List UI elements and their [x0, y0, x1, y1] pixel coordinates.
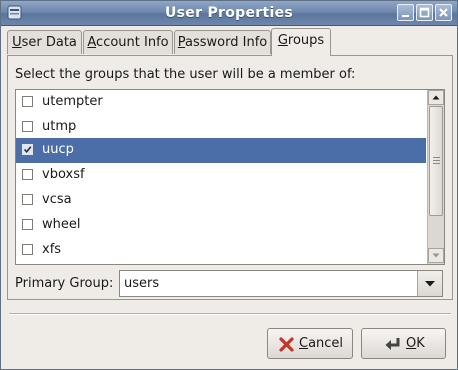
maximize-button[interactable] [416, 4, 433, 21]
close-button[interactable] [435, 4, 452, 21]
tab-groups-mnemonic: G [277, 33, 288, 48]
group-checkbox[interactable] [22, 96, 33, 107]
tab-user-data-label: ser Data [21, 35, 77, 50]
ok-label: OK [406, 336, 425, 351]
group-row-utempter[interactable]: utempter [16, 90, 426, 115]
primary-group-value: users [124, 276, 160, 291]
user-properties-dialog: User Properties User Data Account Info P… [0, 0, 458, 370]
ok-enter-arrow-icon [385, 338, 400, 350]
tab-account-info-label: ccount Info [96, 35, 169, 50]
grip-line [433, 160, 440, 161]
grip-line [433, 157, 440, 158]
group-name: xfs [42, 242, 62, 257]
ok-mnemonic: O [406, 336, 417, 351]
scroll-thumb[interactable] [429, 106, 443, 216]
groups-scrollbar[interactable] [427, 90, 444, 264]
maximize-icon [419, 7, 430, 18]
primary-group-label: Primary Group: [15, 276, 114, 291]
group-row-utmp[interactable]: utmp [16, 115, 426, 140]
groups-instruction: Select the groups that the user will be … [15, 67, 356, 82]
ok-button[interactable]: OK [361, 328, 446, 359]
tab-user-data[interactable]: User Data [7, 30, 82, 54]
cancel-x-icon [279, 337, 294, 352]
arrow-up-icon [432, 95, 440, 100]
title-bar[interactable]: User Properties [1, 1, 457, 26]
tab-account-info[interactable]: Account Info [83, 30, 173, 54]
tab-password-info-label: assword Info [185, 35, 268, 50]
cancel-mnemonic: C [299, 336, 309, 351]
group-checkbox[interactable] [22, 169, 33, 180]
group-row-xfs[interactable]: xfs [16, 238, 426, 263]
checkmark-icon [23, 146, 32, 154]
tab-password-info-mnemonic: P [177, 35, 186, 50]
group-row-vcsa[interactable]: vcsa [16, 188, 426, 213]
minimize-icon [402, 15, 409, 17]
tab-groups[interactable]: Groups [271, 28, 331, 56]
group-checkbox[interactable] [22, 144, 33, 155]
ok-label-rest: K [416, 336, 425, 351]
cancel-button[interactable]: Cancel [267, 328, 353, 359]
window-title: User Properties [165, 5, 293, 21]
group-row-vboxsf[interactable]: vboxsf [16, 163, 426, 188]
group-name: uucp [42, 142, 74, 157]
tab-password-info[interactable]: Password Info [174, 30, 271, 54]
group-name: wheel [42, 217, 81, 232]
arrow-down-icon [432, 253, 440, 258]
group-name: vcsa [42, 192, 72, 207]
combo-dropdown-button[interactable] [417, 271, 442, 296]
tab-groups-label: roups [287, 33, 325, 48]
tab-user-data-mnemonic: U [12, 35, 22, 50]
cancel-label-rest: ancel [308, 336, 344, 351]
group-name: utmp [42, 119, 77, 134]
group-checkbox[interactable] [22, 121, 33, 132]
group-row-wheel[interactable]: wheel [16, 213, 426, 238]
chevron-down-icon [425, 281, 435, 287]
group-checkbox[interactable] [22, 219, 33, 230]
group-row-uucp[interactable]: uucp [16, 138, 426, 163]
primary-group-combo[interactable]: users [119, 270, 443, 297]
minimize-button[interactable] [397, 4, 414, 21]
group-checkbox[interactable] [22, 194, 33, 205]
group-name: vboxsf [42, 167, 85, 182]
scroll-up-button[interactable] [428, 90, 444, 105]
group-name: utempter [42, 94, 103, 109]
button-separator [9, 313, 451, 315]
grip-line [433, 163, 440, 164]
close-icon [439, 8, 448, 17]
scroll-down-button[interactable] [428, 248, 444, 263]
groups-list[interactable]: utempter utmp uucp vboxsf vcsa wheel xfs [15, 89, 445, 265]
group-checkbox[interactable] [22, 244, 33, 255]
tab-account-info-mnemonic: A [87, 35, 97, 50]
cancel-label: Cancel [299, 336, 343, 351]
